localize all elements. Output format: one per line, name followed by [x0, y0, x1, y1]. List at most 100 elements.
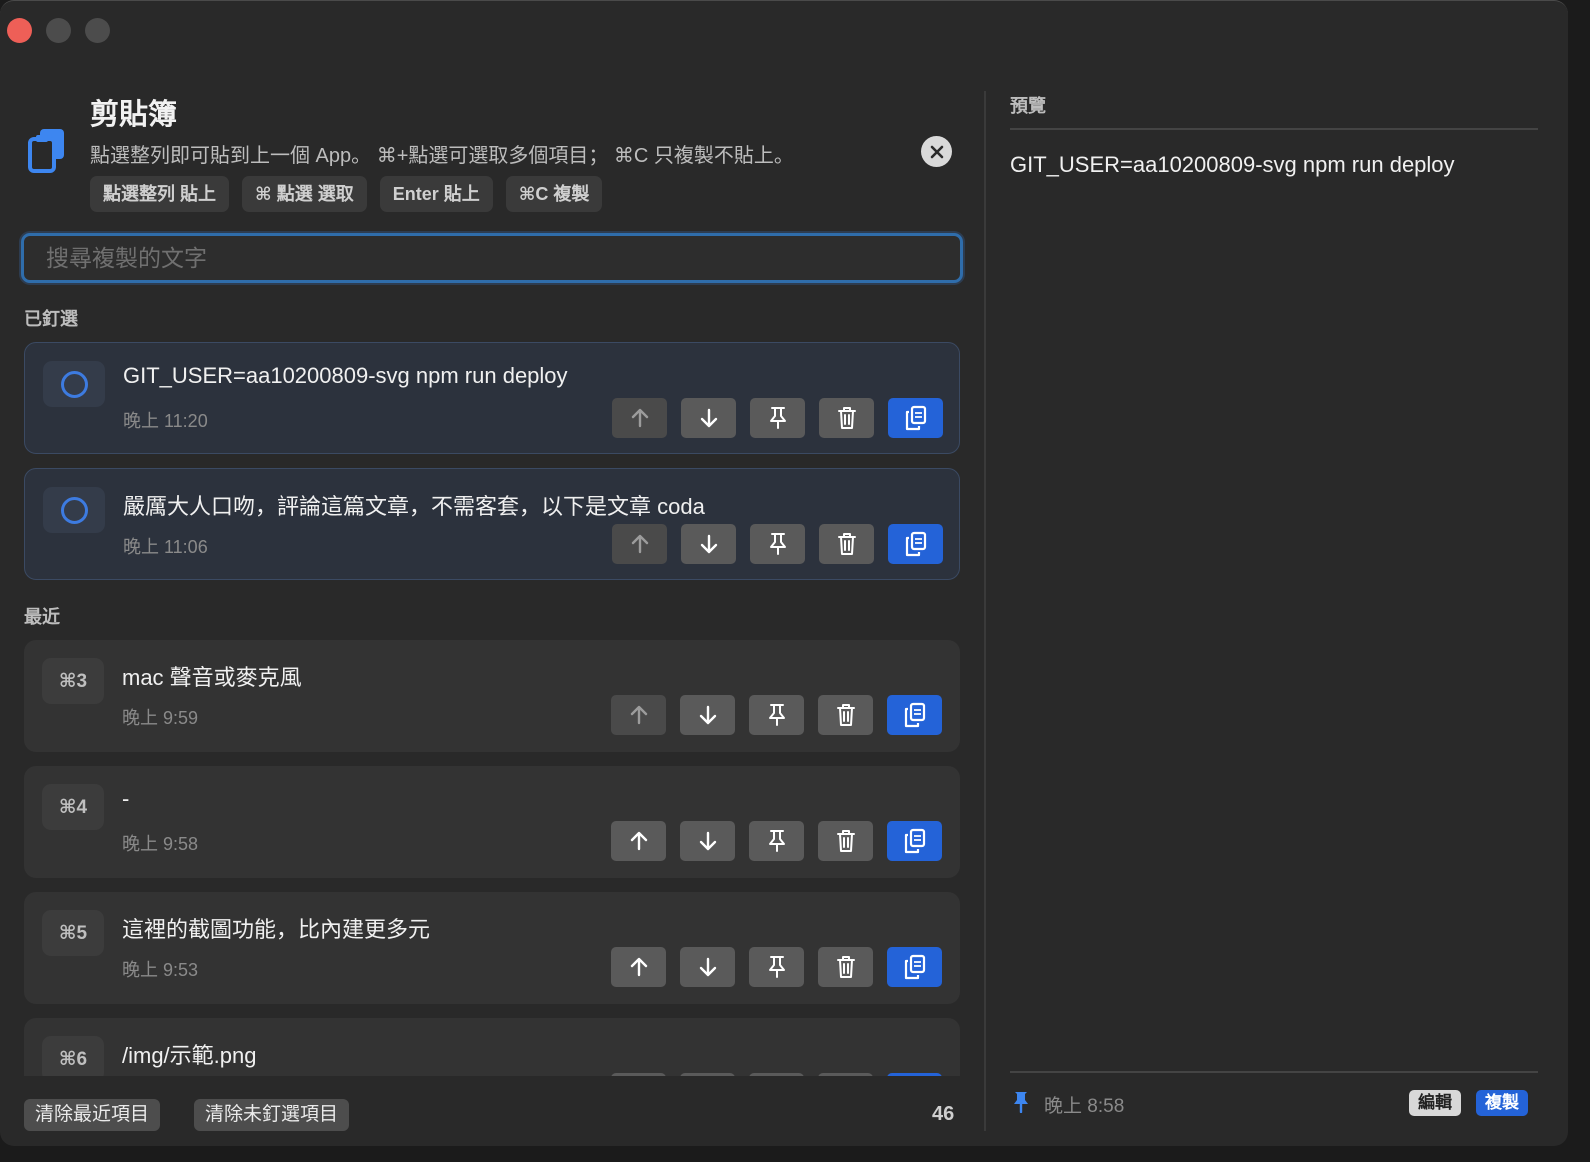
move-up-button[interactable] [611, 947, 666, 987]
arrow-up-icon [630, 831, 647, 851]
pin-icon [769, 407, 786, 429]
preview-divider [1010, 128, 1538, 130]
arrow-up-icon [631, 534, 648, 554]
item-text: GIT_USER=aa10200809-svg npm run deploy [123, 363, 568, 388]
delete-button[interactable] [818, 821, 873, 861]
pin-button[interactable] [749, 821, 804, 861]
window-minimize-button[interactable] [46, 18, 71, 43]
move-down-button[interactable] [680, 1073, 735, 1076]
shortcut-hints: 點選整列 貼上 ⌘ 點選 選取 Enter 貼上 ⌘C 複製 [90, 176, 603, 212]
delete-button[interactable] [819, 524, 874, 564]
select-circle-icon [60, 496, 88, 524]
preview-footer-divider [1010, 1071, 1538, 1073]
move-up-button[interactable] [611, 1073, 666, 1076]
recent-item[interactable]: ⌘6 /img/示範.png [24, 1018, 960, 1076]
hint-click-paste: 點選整列 貼上 [90, 176, 230, 212]
recent-item[interactable]: ⌘4 - 晚上 9:58 [24, 766, 960, 878]
pin-icon [1014, 1092, 1028, 1113]
clear-recent-button[interactable]: 清除最近項目 [24, 1099, 161, 1131]
shortcut-badge: ⌘6 [42, 1036, 104, 1076]
recent-item[interactable]: ⌘5 這裡的截圖功能，比內建更多元 晚上 9:53 [24, 892, 960, 1004]
move-up-button[interactable] [611, 821, 666, 861]
pin-icon [768, 830, 785, 852]
trash-icon [836, 704, 855, 726]
delete-button[interactable] [818, 695, 873, 735]
window-close-button[interactable] [7, 18, 32, 43]
clipboard-list[interactable]: GIT_USER=aa10200809-svg npm run deploy 晚… [0, 336, 980, 1076]
edit-button[interactable]: 編輯 [1409, 1090, 1461, 1116]
hint-enter-paste: Enter 貼上 [379, 176, 493, 212]
arrow-down-icon [699, 705, 716, 725]
move-up-button[interactable] [612, 524, 667, 564]
shortcut-badge: ⌘3 [42, 658, 104, 704]
preview-copy-button[interactable]: 複製 [1476, 1090, 1528, 1116]
pin-button[interactable] [749, 947, 804, 987]
item-text: 這裡的截圖功能，比內建更多元 [122, 917, 431, 942]
copy-button[interactable] [887, 695, 942, 735]
item-time: 晚上 11:20 [123, 411, 208, 431]
copy-button[interactable] [887, 947, 942, 987]
select-toggle[interactable] [43, 487, 105, 533]
window-controls [7, 18, 110, 43]
copy-icon [904, 828, 925, 854]
trash-icon [837, 533, 856, 555]
move-down-button[interactable] [681, 398, 736, 438]
page-title: 剪貼簿 [90, 99, 178, 131]
item-actions [611, 695, 942, 735]
delete-button[interactable] [818, 947, 873, 987]
move-down-button[interactable] [680, 695, 735, 735]
item-actions [612, 524, 943, 564]
pinned-item[interactable]: 嚴厲大人口吻，評論這篇文章，不需客套，以下是文章 coda 晚上 11:06 [24, 468, 960, 580]
item-actions [611, 947, 942, 987]
item-text: - [122, 786, 130, 811]
item-text: mac 聲音或麥克風 [122, 665, 302, 690]
move-up-button[interactable] [612, 398, 667, 438]
pin-button[interactable] [750, 524, 805, 564]
copy-button[interactable] [887, 821, 942, 861]
pin-button[interactable] [749, 695, 804, 735]
pinned-item[interactable]: GIT_USER=aa10200809-svg npm run deploy 晚… [24, 342, 960, 454]
item-text: 嚴厲大人口吻，評論這篇文章，不需客套，以下是文章 coda [123, 494, 705, 519]
preview-label: 預覽 [1010, 96, 1046, 116]
copy-button[interactable] [888, 524, 943, 564]
close-icon [930, 145, 943, 158]
pin-icon [768, 956, 785, 978]
window-zoom-button[interactable] [85, 18, 110, 43]
copy-button[interactable] [888, 398, 943, 438]
copy-icon [905, 405, 926, 431]
pin-icon [769, 533, 786, 555]
panel-divider [984, 91, 986, 1131]
item-time: 晚上 9:58 [122, 834, 199, 854]
copy-icon [904, 954, 925, 980]
item-time: 晚上 11:06 [123, 537, 208, 557]
delete-button[interactable] [818, 1073, 873, 1076]
shortcut-badge: ⌘4 [42, 784, 104, 830]
copy-icon [905, 531, 926, 557]
search-field[interactable] [21, 233, 963, 283]
move-up-button[interactable] [611, 695, 666, 735]
select-toggle[interactable] [43, 361, 105, 407]
delete-button[interactable] [819, 398, 874, 438]
recent-item[interactable]: ⌘3 mac 聲音或麥克風 晚上 9:59 [24, 640, 960, 752]
select-circle-icon [60, 370, 88, 398]
arrow-down-icon [699, 831, 716, 851]
hint-cmd-click-select: ⌘ 點選 選取 [242, 176, 367, 212]
close-button[interactable] [921, 136, 952, 167]
pin-button[interactable] [750, 398, 805, 438]
item-text: /img/示範.png [122, 1043, 257, 1068]
item-actions [611, 821, 942, 861]
move-down-button[interactable] [680, 947, 735, 987]
item-time: 晚上 9:53 [122, 960, 199, 980]
hint-cmd-c-copy: ⌘C 複製 [505, 176, 603, 212]
item-count: 46 [932, 1103, 955, 1125]
pin-button[interactable] [749, 1073, 804, 1076]
arrow-down-icon [700, 534, 717, 554]
move-down-button[interactable] [681, 524, 736, 564]
preview-time: 晚上 8:58 [1044, 1096, 1125, 1117]
page-subtitle: 點選整列即可貼到上一個 App。 ⌘+點選可選取多個項目； ⌘C 只複製不貼上。 [90, 145, 794, 167]
copy-button[interactable] [887, 1073, 942, 1076]
clear-unpinned-button[interactable]: 清除未釘選項目 [194, 1099, 350, 1131]
search-input[interactable] [24, 236, 960, 280]
copy-icon [904, 702, 925, 728]
move-down-button[interactable] [680, 821, 735, 861]
